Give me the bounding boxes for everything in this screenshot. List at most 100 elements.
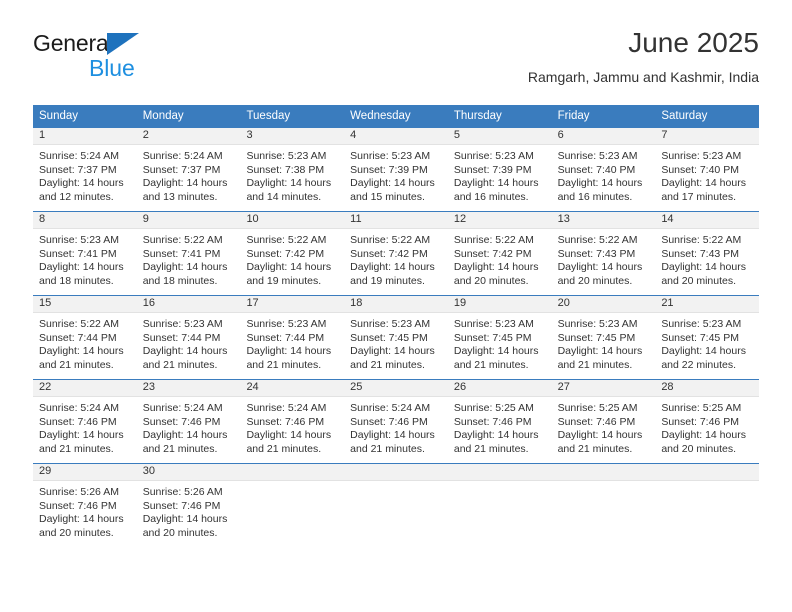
daylight-text-line2: and 21 minutes. — [557, 443, 633, 456]
sunrise-text: Sunrise: 5:22 AM — [350, 234, 431, 246]
day-cell[interactable]: 5 Sunrise: 5:23 AM Sunset: 7:39 PM Dayli… — [447, 128, 552, 211]
day-cell[interactable]: 1 Sunrise: 5:24 AM Sunset: 7:37 PM Dayli… — [33, 128, 137, 211]
day-number-strip: 29 — [33, 464, 137, 481]
day-cell[interactable]: 3 Sunrise: 5:23 AM Sunset: 7:38 PM Dayli… — [240, 128, 345, 211]
day-number-strip: 15 — [33, 296, 137, 313]
sunset-text: Sunset: 7:44 PM — [142, 331, 221, 344]
day-number: 14 — [661, 213, 674, 225]
day-cell[interactable]: 25 Sunrise: 5:24 AM Sunset: 7:46 PM Dayl… — [344, 380, 448, 463]
day-number: 17 — [246, 297, 259, 309]
day-cell[interactable]: 4 Sunrise: 5:23 AM Sunset: 7:39 PM Dayli… — [344, 128, 448, 211]
daylight-text-line2: and 21 minutes. — [350, 359, 425, 372]
day-cell-empty — [447, 464, 552, 547]
sunrise-text: Sunrise: 5:24 AM — [142, 150, 223, 162]
day-cell[interactable]: 18 Sunrise: 5:23 AM Sunset: 7:45 PM Dayl… — [344, 296, 448, 379]
daylight-text-line2: and 21 minutes. — [39, 359, 114, 372]
daylight-text-line1: Daylight: 14 hours — [142, 177, 228, 190]
daylight-text-line1: Daylight: 14 hours — [453, 261, 539, 274]
daylight-text-line2: and 14 minutes. — [246, 191, 322, 204]
day-number-strip: 24 — [240, 380, 345, 397]
calendar-page: General Blue June 2025 Ramgarh, Jammu an… — [0, 0, 792, 612]
day-cell[interactable]: 29 Sunrise: 5:26 AM Sunset: 7:46 PM Dayl… — [33, 464, 137, 547]
sunset-text: Sunset: 7:41 PM — [39, 247, 117, 260]
sunrise-text: Sunrise: 5:23 AM — [557, 150, 638, 162]
general-blue-logo[interactable]: General Blue — [33, 30, 213, 86]
day-cell[interactable]: 16 Sunrise: 5:23 AM Sunset: 7:44 PM Dayl… — [136, 296, 241, 379]
day-cell[interactable]: 22 Sunrise: 5:24 AM Sunset: 7:46 PM Dayl… — [33, 380, 137, 463]
daylight-text-line1: Daylight: 14 hours — [557, 429, 643, 442]
day-number: 24 — [246, 381, 259, 393]
daylight-text-line2: and 15 minutes. — [350, 191, 425, 204]
daylight-text-line1: Daylight: 14 hours — [142, 513, 228, 526]
day-cell[interactable]: 7 Sunrise: 5:23 AM Sunset: 7:40 PM Dayli… — [655, 128, 760, 211]
day-cell[interactable]: 30 Sunrise: 5:26 AM Sunset: 7:46 PM Dayl… — [136, 464, 241, 547]
sunrise-text: Sunrise: 5:23 AM — [453, 150, 534, 162]
day-cell[interactable]: 2 Sunrise: 5:24 AM Sunset: 7:37 PM Dayli… — [136, 128, 241, 211]
sunset-text: Sunset: 7:45 PM — [350, 331, 428, 344]
day-info: Sunrise: 5:24 AM Sunset: 7:46 PM Dayligh… — [137, 397, 241, 457]
sunrise-text: Sunrise: 5:24 AM — [142, 402, 223, 414]
day-cell-empty — [344, 464, 448, 547]
daylight-text-line2: and 21 minutes. — [246, 443, 322, 456]
day-cell[interactable]: 23 Sunrise: 5:24 AM Sunset: 7:46 PM Dayl… — [136, 380, 241, 463]
day-cell[interactable]: 9 Sunrise: 5:22 AM Sunset: 7:41 PM Dayli… — [136, 212, 241, 295]
daylight-text-line2: and 16 minutes. — [453, 191, 529, 204]
sunrise-text: Sunrise: 5:23 AM — [661, 318, 742, 330]
daylight-text-line2: and 22 minutes. — [661, 359, 737, 372]
day-info: Sunrise: 5:24 AM Sunset: 7:46 PM Dayligh… — [344, 397, 448, 457]
day-number-strip: 4 — [344, 128, 448, 145]
day-number: 21 — [661, 297, 674, 309]
sunset-text: Sunset: 7:39 PM — [350, 163, 428, 176]
sunset-text: Sunset: 7:37 PM — [142, 163, 221, 176]
day-cell[interactable]: 19 Sunrise: 5:23 AM Sunset: 7:45 PM Dayl… — [447, 296, 552, 379]
day-cell[interactable]: 13 Sunrise: 5:22 AM Sunset: 7:43 PM Dayl… — [551, 212, 656, 295]
day-cell[interactable]: 11 Sunrise: 5:22 AM Sunset: 7:42 PM Dayl… — [344, 212, 448, 295]
sunset-text: Sunset: 7:46 PM — [557, 415, 636, 428]
day-number-strip: 19 — [447, 296, 552, 313]
sunrise-text: Sunrise: 5:25 AM — [557, 402, 638, 414]
calendar-week-row: 1 Sunrise: 5:24 AM Sunset: 7:37 PM Dayli… — [33, 127, 760, 211]
daylight-text-line2: and 20 minutes. — [453, 275, 529, 288]
day-info: Sunrise: 5:23 AM Sunset: 7:39 PM Dayligh… — [448, 145, 552, 205]
day-cell-empty — [655, 464, 760, 547]
page-subtitle: Ramgarh, Jammu and Kashmir, India — [527, 69, 759, 85]
day-info: Sunrise: 5:25 AM Sunset: 7:46 PM Dayligh… — [552, 397, 656, 457]
day-number: 20 — [557, 297, 570, 309]
day-cell[interactable]: 6 Sunrise: 5:23 AM Sunset: 7:40 PM Dayli… — [551, 128, 656, 211]
day-number-strip: 2 — [136, 128, 241, 145]
daylight-text-line2: and 20 minutes. — [142, 527, 218, 540]
day-cell[interactable]: 26 Sunrise: 5:25 AM Sunset: 7:46 PM Dayl… — [447, 380, 552, 463]
day-info — [448, 481, 552, 486]
day-info: Sunrise: 5:23 AM Sunset: 7:38 PM Dayligh… — [240, 145, 344, 205]
sunset-text: Sunset: 7:38 PM — [246, 163, 325, 176]
day-cell[interactable]: 27 Sunrise: 5:25 AM Sunset: 7:46 PM Dayl… — [551, 380, 656, 463]
day-cell[interactable]: 24 Sunrise: 5:24 AM Sunset: 7:46 PM Dayl… — [240, 380, 345, 463]
day-cell[interactable]: 12 Sunrise: 5:22 AM Sunset: 7:42 PM Dayl… — [447, 212, 552, 295]
sunrise-text: Sunrise: 5:23 AM — [453, 318, 534, 330]
day-cell[interactable]: 14 Sunrise: 5:22 AM Sunset: 7:43 PM Dayl… — [655, 212, 760, 295]
day-cell[interactable]: 15 Sunrise: 5:22 AM Sunset: 7:44 PM Dayl… — [33, 296, 137, 379]
sunset-text: Sunset: 7:42 PM — [453, 247, 532, 260]
sunset-text: Sunset: 7:46 PM — [142, 415, 221, 428]
day-number-strip — [344, 464, 448, 481]
sunset-text: Sunset: 7:39 PM — [453, 163, 532, 176]
day-cell[interactable]: 10 Sunrise: 5:22 AM Sunset: 7:42 PM Dayl… — [240, 212, 345, 295]
sunset-text: Sunset: 7:41 PM — [142, 247, 221, 260]
daylight-text-line2: and 20 minutes. — [39, 527, 114, 540]
daylight-text-line2: and 21 minutes. — [453, 359, 529, 372]
day-cell[interactable]: 17 Sunrise: 5:23 AM Sunset: 7:44 PM Dayl… — [240, 296, 345, 379]
daylight-text-line2: and 18 minutes. — [39, 275, 114, 288]
daylight-text-line1: Daylight: 14 hours — [246, 261, 332, 274]
day-number-strip — [655, 464, 760, 481]
sunrise-text: Sunrise: 5:24 AM — [350, 402, 431, 414]
day-cell[interactable]: 8 Sunrise: 5:23 AM Sunset: 7:41 PM Dayli… — [33, 212, 137, 295]
day-info: Sunrise: 5:22 AM Sunset: 7:44 PM Dayligh… — [33, 313, 137, 373]
day-info: Sunrise: 5:23 AM Sunset: 7:39 PM Dayligh… — [344, 145, 448, 205]
day-cell-empty — [551, 464, 656, 547]
day-number: 18 — [350, 297, 363, 309]
day-number: 28 — [661, 381, 674, 393]
day-cell[interactable]: 21 Sunrise: 5:23 AM Sunset: 7:45 PM Dayl… — [655, 296, 760, 379]
day-cell[interactable]: 28 Sunrise: 5:25 AM Sunset: 7:46 PM Dayl… — [655, 380, 760, 463]
day-cell[interactable]: 20 Sunrise: 5:23 AM Sunset: 7:45 PM Dayl… — [551, 296, 656, 379]
day-info: Sunrise: 5:23 AM Sunset: 7:44 PM Dayligh… — [137, 313, 241, 373]
